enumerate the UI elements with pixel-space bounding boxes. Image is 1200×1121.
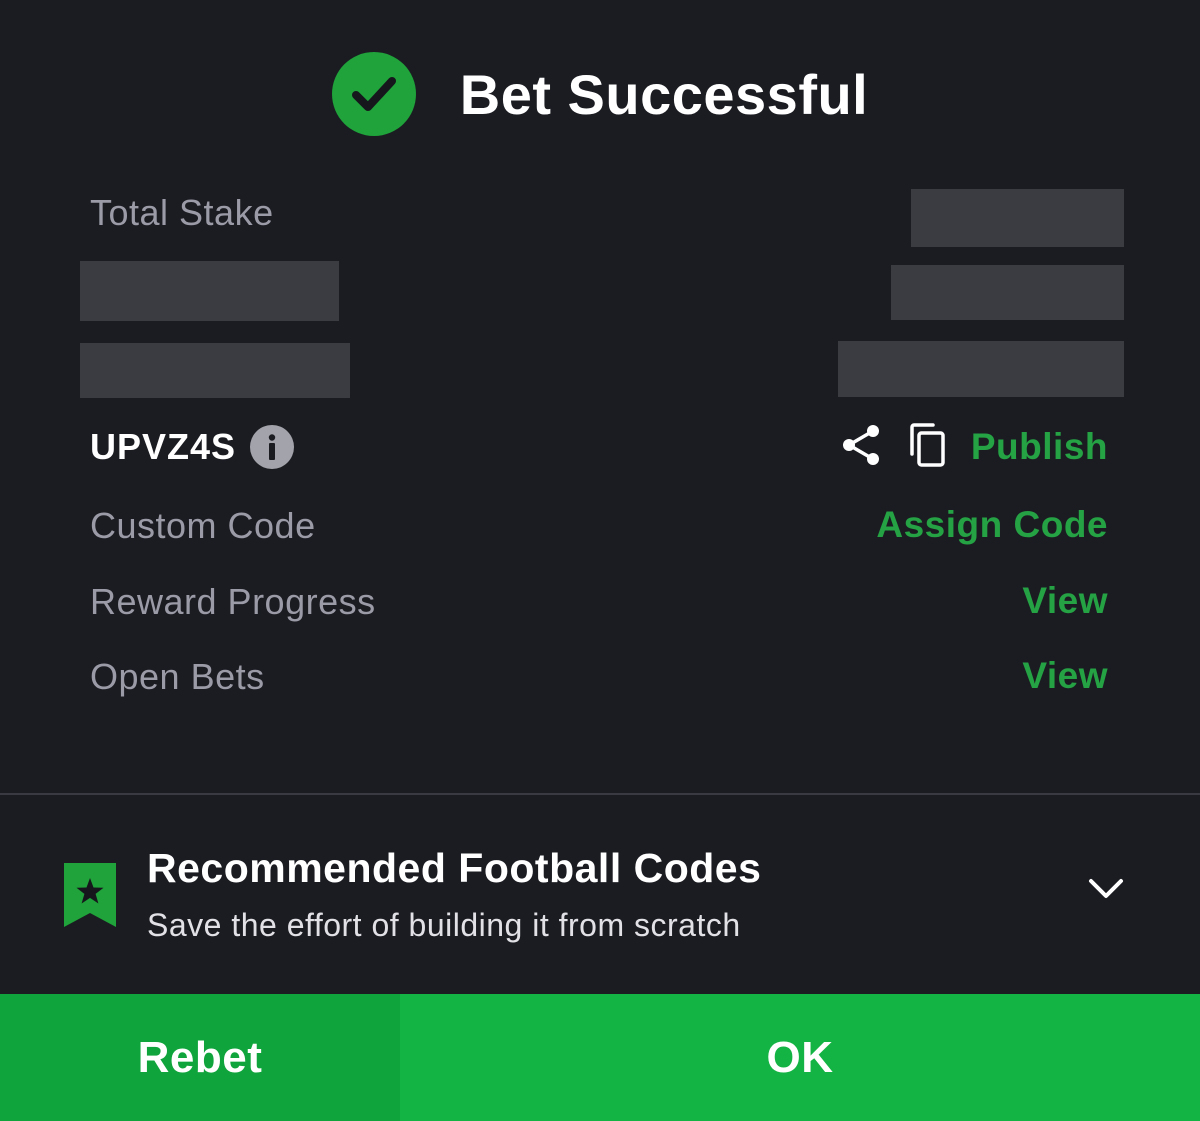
reward-progress-label: Reward Progress xyxy=(90,581,376,622)
redacted-value-1 xyxy=(891,265,1124,320)
recommended-subtitle: Save the effort of building it from scra… xyxy=(147,907,741,943)
share-icon[interactable] xyxy=(839,423,883,472)
chevron-down-icon[interactable] xyxy=(1088,877,1124,906)
header: Bet Successful xyxy=(0,50,1200,138)
bet-success-sheet: Bet Successful Total Stake UPVZ4S Publis… xyxy=(0,0,1200,1121)
redacted-label-1 xyxy=(80,261,339,321)
booking-code-row: UPVZ4S xyxy=(90,420,295,474)
redacted-total-stake-value xyxy=(911,189,1124,247)
redacted-label-2 xyxy=(80,343,350,398)
publish-link[interactable]: Publish xyxy=(971,426,1108,468)
booking-code-actions: Publish xyxy=(839,420,1108,474)
recommended-title: Recommended Football Codes xyxy=(147,845,762,891)
info-icon[interactable] xyxy=(250,425,295,469)
reward-progress-view-link[interactable]: View xyxy=(1022,580,1108,622)
custom-code-label: Custom Code xyxy=(90,505,316,546)
assign-code-link[interactable]: Assign Code xyxy=(876,504,1108,546)
page-title: Bet Successful xyxy=(459,62,869,126)
open-bets-view-link[interactable]: View xyxy=(1022,655,1108,697)
bookmark-star-icon xyxy=(62,861,118,934)
rebet-button[interactable]: Rebet xyxy=(0,994,400,1121)
recommended-codes-panel[interactable]: Recommended Football Codes Save the effo… xyxy=(0,795,1200,992)
check-circle-icon xyxy=(331,52,416,136)
ok-button[interactable]: OK xyxy=(400,994,1200,1121)
redacted-value-2 xyxy=(838,341,1124,397)
booking-code: UPVZ4S xyxy=(90,426,237,467)
copy-icon[interactable] xyxy=(907,422,947,473)
open-bets-label: Open Bets xyxy=(90,656,265,697)
total-stake-label: Total Stake xyxy=(90,192,274,233)
